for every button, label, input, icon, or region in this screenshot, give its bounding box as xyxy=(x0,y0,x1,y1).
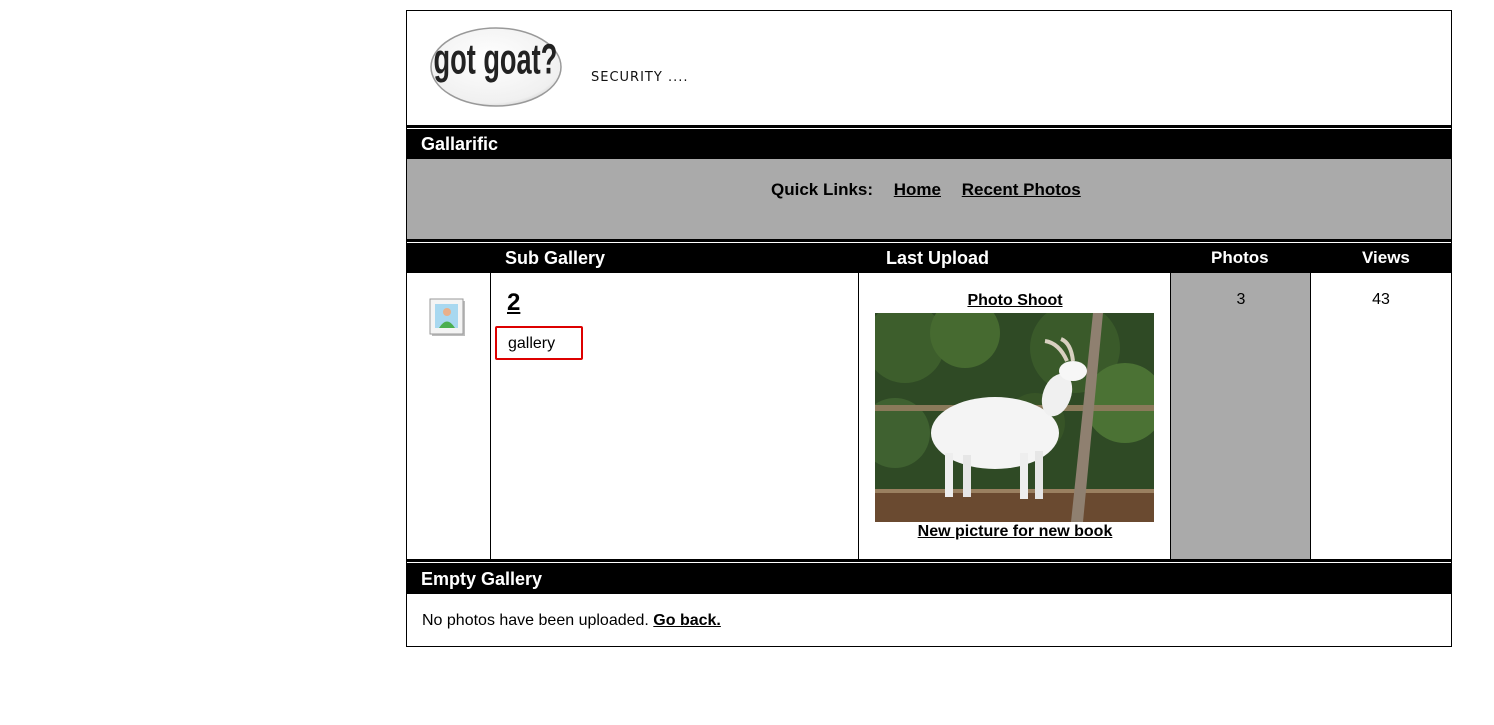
sub-gallery-header: Sub Gallery xyxy=(505,248,606,268)
photo-caption-link[interactable]: New picture for new book xyxy=(859,523,1171,541)
site-header: got goat? SECURITY .... xyxy=(407,11,1451,125)
gallery-icon-cell xyxy=(407,273,491,559)
site-tagline: SECURITY .... xyxy=(591,70,689,85)
photos-header: Photos xyxy=(1211,248,1269,267)
photo-title-link[interactable]: Photo Shoot xyxy=(859,292,1171,310)
gallery-description-box: gallery xyxy=(495,326,583,360)
views-count-cell: 43 xyxy=(1311,273,1451,559)
views-header: Views xyxy=(1362,248,1410,267)
gallery-title-bar: Gallarific xyxy=(407,125,1451,159)
recent-photos-link[interactable]: Recent Photos xyxy=(962,180,1081,199)
empty-gallery-bar: Empty Gallery xyxy=(407,559,1451,594)
last-upload-cell: Photo Shoot New picture for new book xyxy=(859,273,1171,559)
empty-gallery-message: No photos have been uploaded. Go back. xyxy=(422,612,721,630)
gallery-photo-icon[interactable] xyxy=(429,297,467,337)
gallery-title: Gallarific xyxy=(421,134,499,154)
go-back-link[interactable]: Go back. xyxy=(653,612,721,629)
table-row: 2 gallery Photo Shoot New picture for ne… xyxy=(407,273,1451,559)
oval-logo-icon[interactable]: got goat? xyxy=(429,26,563,108)
gallery-description: gallery xyxy=(508,335,556,352)
quick-links-panel: Quick Links: Home Recent Photos xyxy=(407,159,1451,239)
page-container: got goat? SECURITY .... Gallarific Quick… xyxy=(406,10,1452,647)
empty-message-text: No photos have been uploaded. xyxy=(422,612,654,629)
photos-count: 3 xyxy=(1236,291,1246,308)
photos-count-cell: 3 xyxy=(1171,273,1311,559)
sub-gallery-cell: 2 gallery xyxy=(491,273,859,559)
views-count: 43 xyxy=(1372,291,1390,308)
table-header-bar: Sub Gallery Last Upload Photos Views xyxy=(407,239,1451,273)
gallery-number-link[interactable]: 2 xyxy=(507,289,520,317)
quick-links-label: Quick Links: xyxy=(771,180,874,199)
last-upload-header: Last Upload xyxy=(886,248,990,268)
logo-text: got goat? xyxy=(434,35,558,83)
home-link[interactable]: Home xyxy=(894,180,941,199)
empty-gallery-title: Empty Gallery xyxy=(421,569,543,589)
goat-photo[interactable] xyxy=(875,313,1154,522)
